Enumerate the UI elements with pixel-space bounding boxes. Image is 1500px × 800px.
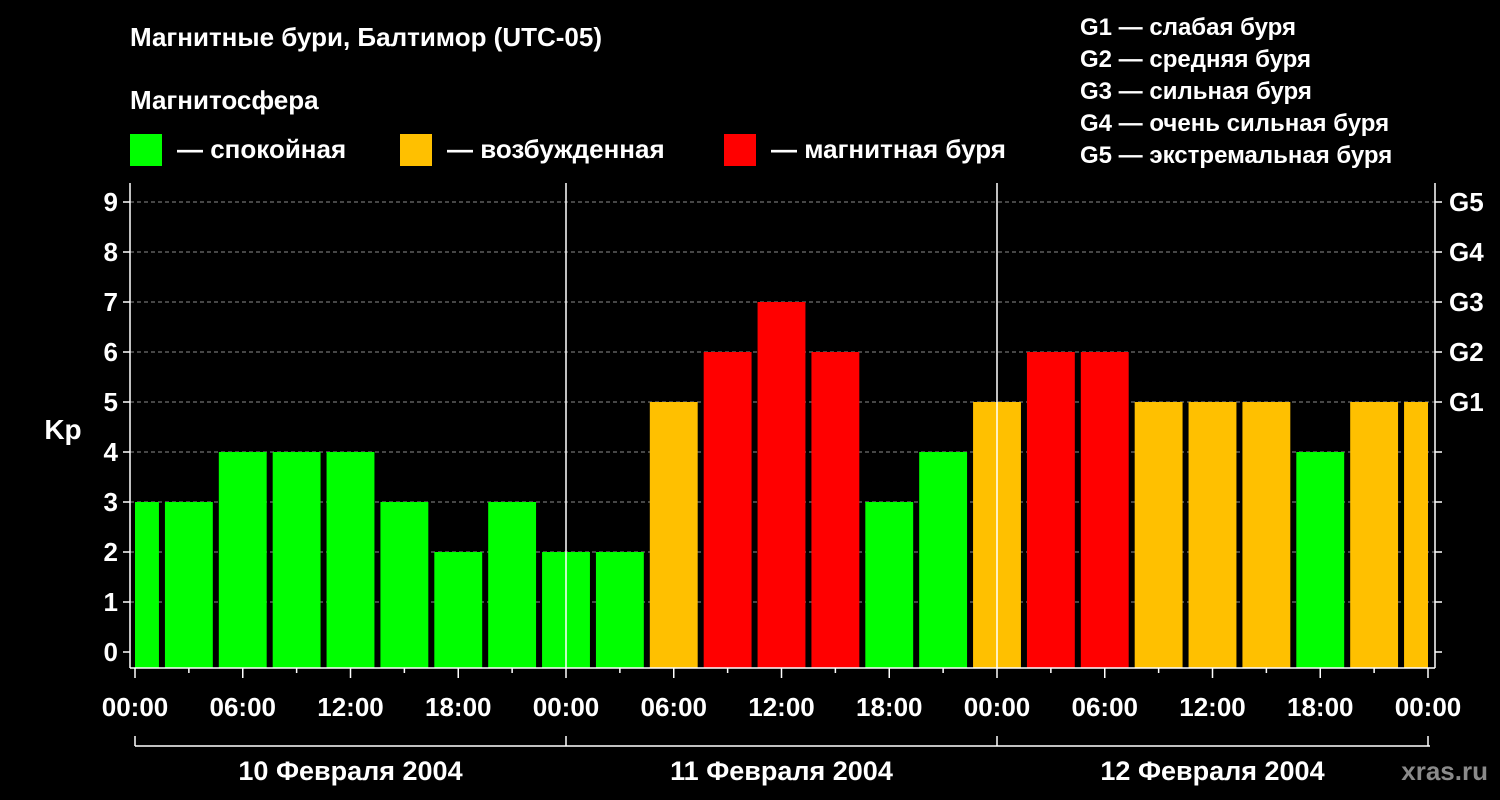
y-axis-label: Kp [44,414,81,445]
y-tick-label: 7 [104,287,118,317]
day-label: 11 Февраля 2004 [670,756,893,786]
kp-bar [434,552,483,668]
g-axis-label: G1 [1449,387,1484,417]
kp-bar [595,552,644,668]
x-tick-label: 18:00 [425,692,492,722]
x-tick-label: 06:00 [210,692,277,722]
y-tick-label: 8 [104,237,118,267]
kp-bar [272,452,321,668]
x-tick-label: 12:00 [1179,692,1246,722]
kp-bar [218,452,267,668]
x-tick-label: 00:00 [964,692,1031,722]
x-tick-label: 18:00 [856,692,923,722]
watermark: xras.ru [1401,756,1488,786]
kp-bar [1134,402,1183,668]
x-tick-label: 06:00 [1072,692,1139,722]
kp-bar [1404,402,1428,668]
kp-bar [135,502,159,668]
kp-bar [703,352,752,668]
y-tick-label: 4 [104,437,119,467]
kp-bar [164,502,213,668]
y-tick-label: 1 [104,587,118,617]
y-tick-label: 6 [104,337,118,367]
kp-bar [380,502,429,668]
y-tick-label: 5 [104,387,118,417]
y-tick-label: 3 [104,487,118,517]
day-label: 10 Февраля 2004 [238,756,462,786]
kp-bar [649,402,698,668]
g-axis-label: G5 [1449,187,1484,217]
kp-bar [1296,452,1345,668]
y-tick-label: 9 [104,187,118,217]
x-tick-label: 18:00 [1287,692,1354,722]
kp-bar [488,502,537,668]
y-tick-label: 2 [104,537,118,567]
x-tick-label: 00:00 [533,692,600,722]
kp-bar [919,452,968,668]
kp-bar [1350,402,1399,668]
kp-bar [865,502,914,668]
day-label: 12 Февраля 2004 [1100,756,1324,786]
x-tick-label: 00:00 [1395,692,1462,722]
kp-bar [1188,402,1237,668]
x-tick-label: 12:00 [748,692,815,722]
x-tick-label: 06:00 [641,692,708,722]
kp-bar [811,352,860,668]
x-tick-label: 00:00 [102,692,169,722]
g-axis-label: G2 [1449,337,1484,367]
kp-bar-chart: 0 1 2 3 4 5 6 7 8 9 G1 G2 G3 G4 G5 Kp 00:00 06:00 12:00 18:… [44,183,1484,786]
kp-bar [1026,352,1075,668]
kp-bar [757,302,806,668]
x-tick-label: 12:00 [317,692,384,722]
g-axis-label: G4 [1449,237,1484,267]
g-axis-label: G3 [1449,287,1484,317]
kp-bar [1242,402,1291,668]
y-tick-label: 0 [104,637,118,667]
kp-bar [326,452,375,668]
kp-bar [1080,352,1129,668]
